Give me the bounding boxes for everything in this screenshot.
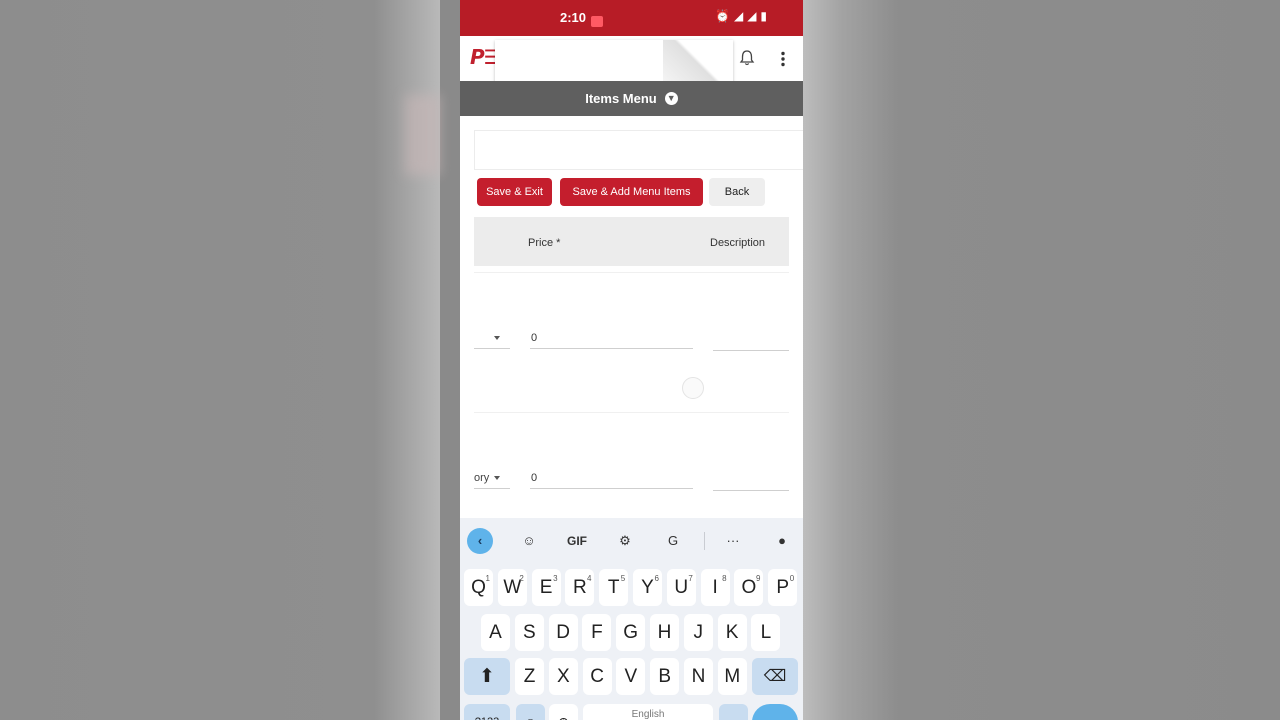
chevron-down-icon: ▼	[664, 92, 678, 105]
key-h[interactable]: H	[650, 614, 679, 651]
alarm-icon: ⏰	[715, 9, 730, 23]
space-key[interactable]: English	[583, 704, 713, 720]
back-button[interactable]: Back	[709, 178, 765, 206]
price-input[interactable]: 0	[530, 332, 693, 349]
category-select[interactable]	[474, 332, 510, 349]
key-b[interactable]: B	[650, 658, 680, 695]
caret-down-icon	[494, 336, 500, 340]
more-options-icon[interactable]	[775, 50, 791, 68]
key-f[interactable]: F	[582, 614, 612, 651]
key-w[interactable]: W2	[497, 569, 527, 606]
key-g[interactable]: G	[616, 614, 646, 651]
key-z[interactable]: Z	[515, 658, 544, 695]
caret-down-icon	[494, 476, 500, 480]
items-menu-title: Items Menu	[585, 91, 657, 106]
table-header: Price * Description	[474, 217, 789, 266]
shift-key[interactable]: ⬆	[464, 658, 510, 695]
signal-icon: ◢	[747, 9, 757, 23]
row-divider	[474, 412, 789, 413]
save-add-menu-items-button[interactable]: Save & Add Menu Items	[560, 178, 703, 206]
key-o[interactable]: O9	[734, 569, 764, 606]
key-c[interactable]: C	[582, 658, 612, 695]
gif-button[interactable]: GIF	[564, 528, 590, 554]
bell-icon[interactable]	[738, 49, 756, 67]
backspace-key[interactable]: ⌫	[752, 658, 798, 695]
items-menu-bar[interactable]: Items Menu ▼	[460, 81, 803, 116]
key-s[interactable]: S	[514, 614, 544, 651]
key-k[interactable]: K	[717, 614, 747, 651]
screen-record-icon	[591, 16, 603, 27]
sticker-icon[interactable]: ☺	[516, 528, 542, 554]
gear-icon[interactable]: ⚙	[612, 528, 638, 554]
app-header: P☰	[460, 36, 803, 83]
phone-screen: 2:10 ⏰ ◢ ◢ ▮ P☰ Items Menu ▼ Save & Exit…	[460, 0, 803, 720]
back-icon[interactable]: ‹	[467, 528, 493, 554]
column-header-description: Description	[710, 237, 766, 249]
key-d[interactable]: D	[548, 614, 578, 651]
key-t[interactable]: T5	[599, 569, 629, 606]
key-a[interactable]: A	[481, 614, 510, 651]
category-select[interactable]: ory	[474, 472, 510, 489]
key-r[interactable]: R4	[565, 569, 595, 606]
key-e[interactable]: E3	[531, 569, 561, 606]
key-y[interactable]: Y6	[633, 569, 662, 606]
status-bar: 2:10 ⏰ ◢ ◢ ▮	[460, 0, 803, 36]
on-screen-keyboard: ‹ ☺ GIF ⚙ G ··· ● Q1W2E3R4T5Y6U7I8O9P0 A…	[460, 518, 803, 720]
row-divider	[474, 272, 789, 273]
background-left	[0, 0, 440, 720]
key-x[interactable]: X	[548, 658, 578, 695]
key-u[interactable]: U7	[666, 569, 696, 606]
globe-key[interactable]: ⊕	[549, 704, 578, 720]
key-v[interactable]: V	[616, 658, 646, 695]
category-value: ory	[474, 472, 490, 484]
more-icon[interactable]: ···	[720, 528, 746, 554]
toolbar-divider	[704, 532, 705, 550]
mic-icon[interactable]: ●	[769, 528, 795, 554]
key-m[interactable]: M	[717, 658, 747, 695]
status-time: 2:10	[560, 10, 587, 25]
save-exit-button[interactable]: Save & Exit	[477, 178, 552, 206]
column-header-price: Price *	[528, 237, 561, 249]
key-p[interactable]: P0	[768, 569, 798, 606]
key-n[interactable]: N	[684, 658, 713, 695]
touch-ripple	[682, 377, 704, 399]
price-input[interactable]: 0	[530, 472, 693, 489]
header-card	[495, 40, 733, 83]
form-top-card	[474, 130, 803, 170]
status-icons: ⏰ ◢ ◢ ▮	[715, 9, 767, 23]
background-right	[803, 0, 1280, 720]
key-q[interactable]: Q1	[464, 569, 493, 606]
symbols-key[interactable]: ?123	[464, 704, 510, 720]
key-i[interactable]: I8	[700, 569, 730, 606]
description-input[interactable]	[713, 334, 789, 351]
signal-icon: ◢	[733, 9, 744, 23]
keyboard-toolbar: ‹ ☺ GIF ⚙ G ··· ●	[460, 518, 803, 563]
key-j[interactable]: J	[683, 614, 713, 651]
period-key[interactable]	[719, 704, 748, 720]
emoji-key[interactable]: ☺	[516, 704, 545, 720]
key-l[interactable]: L	[751, 614, 781, 651]
description-input[interactable]	[713, 474, 789, 491]
enter-key[interactable]	[752, 704, 798, 720]
translate-icon[interactable]: G	[660, 528, 686, 554]
battery-icon: ▮	[760, 9, 768, 23]
